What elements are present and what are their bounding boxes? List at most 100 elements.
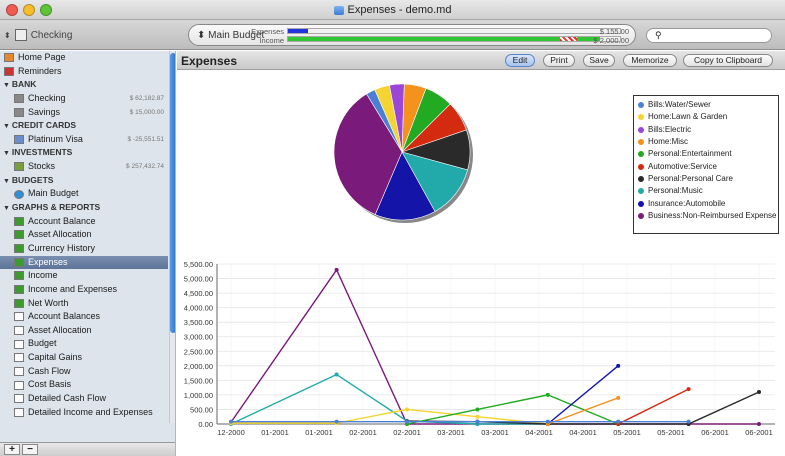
search-input[interactable]: ⚲ <box>646 28 772 43</box>
sidebar-section-header[interactable]: ▼ CREDIT CARDS <box>0 119 168 133</box>
zoom-window-icon[interactable] <box>40 4 52 16</box>
sidebar-list: Home Page Reminders ▼ BANK Checking $ 62,182… <box>0 51 168 419</box>
sidebar-item-label: Income and Expenses <box>28 283 118 294</box>
data-point <box>334 267 339 272</box>
sidebar-footer: + − <box>0 442 175 456</box>
sidebar-item-label: Main Budget <box>28 188 79 199</box>
sidebar-item[interactable]: Cash Flow <box>0 365 168 379</box>
house-icon <box>4 53 14 63</box>
data-point <box>686 387 691 392</box>
graph-icon <box>14 230 24 240</box>
income-bar <box>287 36 621 42</box>
data-point <box>475 419 480 424</box>
account-selector[interactable]: ⬍ Checking <box>4 27 166 43</box>
sidebar-item[interactable]: Main Budget <box>0 187 168 201</box>
copy-to-clipboard-button[interactable]: Copy to Clipboard <box>683 54 773 67</box>
legend-swatch <box>638 151 644 158</box>
sidebar-item-label: Reminders <box>18 65 62 76</box>
report-icon <box>14 366 24 376</box>
disclosure-triangle-icon[interactable]: ▼ <box>3 150 12 157</box>
sidebar-section-header[interactable]: ▼ BANK <box>0 78 168 92</box>
sidebar-item[interactable]: Asset Allocation <box>0 324 168 338</box>
sidebar-item[interactable]: Asset Allocation <box>0 228 168 242</box>
y-tick-label: 2,500.00 <box>184 347 213 356</box>
x-tick-label: 06-2001 <box>745 428 773 437</box>
report-icon <box>14 312 24 322</box>
sidebar-item-label: Savings <box>28 106 61 117</box>
x-tick-label: 05-2001 <box>657 428 685 437</box>
sidebar-item[interactable]: Expenses <box>0 255 168 270</box>
sidebar-item-label: Detailed Income and Expenses <box>28 406 153 417</box>
sidebar-item-label: Platinum Visa <box>28 133 83 144</box>
sidebar-item-label: BANK <box>11 79 37 90</box>
data-point <box>334 372 339 377</box>
sidebar-item[interactable]: Detailed Income and Expenses <box>0 406 168 420</box>
save-button[interactable]: Save <box>583 54 615 67</box>
sidebar-item[interactable]: Capital Gains <box>0 351 168 365</box>
sidebar-item[interactable]: Reminders <box>0 65 168 79</box>
sidebar-item[interactable]: Savings $ 15,000.00 <box>0 106 168 120</box>
line-chart: 0.00 500.00 1,000.00 1,500.00 2,000.00 2,500.… <box>184 260 775 437</box>
sidebar-item-label: Net Worth <box>28 297 69 308</box>
bank-icon <box>14 29 27 41</box>
sidebar-item[interactable]: Cost Basis <box>0 378 168 392</box>
data-point <box>757 390 761 394</box>
sidebar-item[interactable]: Currency History <box>0 242 168 256</box>
sidebar-item[interactable]: Platinum Visa $ -25,551.51 <box>0 133 168 147</box>
updown-arrows-icon: ⬍ <box>4 30 11 40</box>
sidebar-item-label: Expenses <box>28 256 68 267</box>
sidebar-item[interactable]: Detailed Cash Flow <box>0 392 168 406</box>
data-point <box>334 419 339 424</box>
sidebar-item[interactable]: Budget <box>0 337 168 351</box>
y-tick-label: 3,500.00 <box>184 318 213 327</box>
bank-icon <box>14 94 24 104</box>
legend-swatch <box>638 114 644 121</box>
sidebar-item[interactable]: Income and Expenses <box>0 283 168 297</box>
legend-swatch <box>638 200 644 207</box>
sidebar-section-header[interactable]: ▼ GRAPHS & REPORTS <box>0 201 168 215</box>
sidebar-section-header[interactable]: ▼ INVESTMENTS <box>0 146 168 160</box>
sidebar-item-label: Stocks <box>28 161 56 172</box>
credit-card-icon <box>14 134 24 144</box>
graph-icon <box>14 298 24 308</box>
report-icon <box>14 325 24 335</box>
sidebar-item-label: INVESTMENTS <box>11 147 73 158</box>
y-tick-label: 1,000.00 <box>184 391 213 400</box>
disclosure-triangle-icon[interactable]: ▼ <box>3 205 12 212</box>
add-button[interactable]: + <box>4 444 20 455</box>
toolbar: ⬍ Checking ⬍ Main Budget Expenses Income… <box>0 20 785 50</box>
edit-button[interactable]: Edit <box>505 54 535 67</box>
print-button[interactable]: Print <box>543 54 575 67</box>
disclosure-triangle-icon[interactable]: ▼ <box>3 82 12 89</box>
legend-label: Personal:Personal Care <box>648 174 733 184</box>
sidebar-section-header[interactable]: ▼ BUDGETS <box>0 174 168 188</box>
sidebar-item[interactable]: Stocks $ 257,432.74 <box>0 160 168 174</box>
graph-icon <box>14 244 24 254</box>
sidebar-item[interactable]: Checking $ 62,182.87 <box>0 92 168 106</box>
sidebar-item[interactable]: Income <box>0 269 168 283</box>
memorize-button[interactable]: Memorize <box>623 54 677 67</box>
sidebar-item[interactable]: Account Balances <box>0 310 168 324</box>
disclosure-triangle-icon[interactable]: ▼ <box>3 178 12 185</box>
stock-certificate-icon <box>14 162 24 172</box>
remove-button[interactable]: − <box>22 444 38 455</box>
legend-swatch <box>638 175 644 182</box>
disclosure-triangle-icon[interactable]: ▼ <box>3 123 12 130</box>
minimize-window-icon[interactable] <box>23 4 35 16</box>
sidebar-item[interactable]: Home Page <box>0 51 168 65</box>
sidebar-item[interactable]: Net Worth <box>0 297 168 311</box>
legend-swatch <box>638 101 644 108</box>
data-point <box>229 419 233 424</box>
sidebar-scroll-thumb[interactable] <box>170 53 175 333</box>
sidebar-item[interactable]: Account Balance <box>0 215 168 229</box>
sidebar-scrollbar[interactable] <box>169 51 175 423</box>
x-tick-label: 12-2000 <box>217 428 245 437</box>
budget-summary[interactable]: ⬍ Main Budget Expenses Income $ 155.00 $… <box>188 24 636 46</box>
report-icon <box>14 380 24 390</box>
x-tick-label: 06-2001 <box>701 428 729 437</box>
report-icon <box>14 339 24 349</box>
close-window-icon[interactable] <box>6 4 18 16</box>
income-label: Income <box>259 36 284 45</box>
legend-label: Home:Lawn & Garden <box>648 112 728 122</box>
legend-label: Personal:Music <box>648 186 703 196</box>
